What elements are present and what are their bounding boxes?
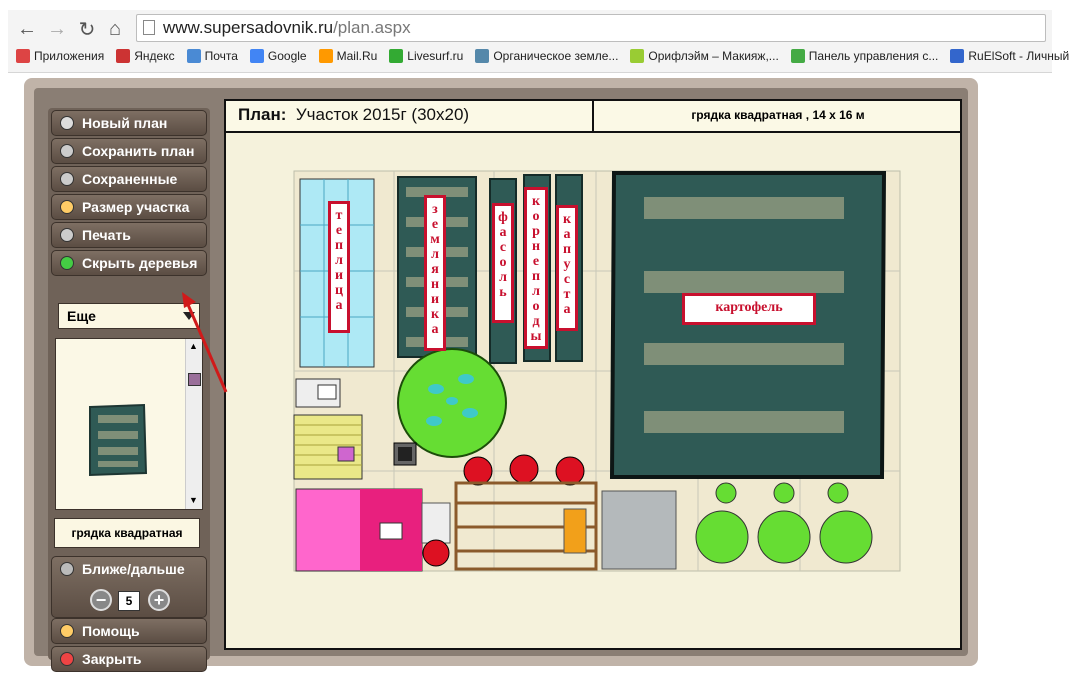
selection-info: грядка квадратная , 14 x 16 м xyxy=(592,101,962,131)
object-preview[interactable]: ▲ ▼ xyxy=(55,338,203,510)
plan-title: План: Участок 2015г (30x20) xyxy=(238,105,470,124)
planner-frame: Новый план Сохранить план Сохраненные Разме… xyxy=(34,88,968,672)
scroll-thumb[interactable] xyxy=(188,373,201,386)
bookmark-item[interactable]: Mail.Ru xyxy=(318,44,378,68)
fruit-trees[interactable] xyxy=(695,482,873,564)
browser-chrome: ← → ↻ ⌂ www.supersadovnik.ru/plan.aspx П… xyxy=(8,10,1072,73)
zoom-icon xyxy=(60,562,74,576)
organic-icon xyxy=(475,49,490,63)
sidebar-button[interactable]: Печать xyxy=(51,222,207,248)
label-potato[interactable]: картофель xyxy=(682,293,816,325)
potato-bed[interactable] xyxy=(609,171,887,479)
puzzle-icon xyxy=(790,49,805,63)
tree-icon xyxy=(60,256,74,270)
category-select[interactable]: Еще xyxy=(58,303,200,329)
label-strawberry[interactable]: земляника xyxy=(424,195,446,351)
reload-icon[interactable]: ↻ xyxy=(76,18,98,41)
lock-icon xyxy=(60,144,74,158)
sidebar-button-label: Сохраненные xyxy=(82,171,178,187)
zoom-out-button[interactable]: − xyxy=(90,589,112,611)
help-icon xyxy=(60,624,74,638)
size-icon xyxy=(60,200,74,214)
sidebar-button-label: Сохранить план xyxy=(82,143,195,159)
google-icon xyxy=(249,49,264,63)
bookmark-item[interactable]: Панель управления с... xyxy=(790,44,939,68)
sidebar-button-label: Скрыть деревья xyxy=(82,255,198,271)
bookmark-label: Livesurf.ru xyxy=(407,49,464,63)
address-bar[interactable]: www.supersadovnik.ru/plan.aspx xyxy=(136,14,1046,42)
sidebar-button-label: Размер участка xyxy=(82,199,190,215)
select-value: Еще xyxy=(67,308,96,324)
scroll-up-icon[interactable]: ▲ xyxy=(189,341,198,351)
sidebar-button[interactable]: Сохраненные xyxy=(51,166,207,192)
livesurf-icon xyxy=(389,49,404,63)
label-beans[interactable]: фасоль xyxy=(492,203,514,323)
mailru-icon xyxy=(318,49,333,63)
plan-canvas[interactable]: План: Участок 2015г (30x20) грядка квадр… xyxy=(224,99,962,650)
zoom-label: Ближе/дальше xyxy=(82,561,185,577)
zoom-value: 5 xyxy=(118,591,140,611)
sidebar-button-label: Закрыть xyxy=(82,651,142,667)
sidebar-button-label: Помощь xyxy=(82,623,140,639)
sidebar-button[interactable]: Сохранить план xyxy=(51,138,207,164)
sidebar-button-label: Печать xyxy=(82,227,131,243)
tree[interactable] xyxy=(397,348,507,458)
bookmark-item[interactable]: Google xyxy=(249,44,307,68)
label-roots[interactable]: корнеплоды xyxy=(524,187,548,349)
print-icon xyxy=(60,228,74,242)
label-greenhouse[interactable]: теплица xyxy=(328,201,350,333)
bookmark-label: RuElSoft - Личный ка... xyxy=(968,49,1072,63)
sidebar-button[interactable]: Размер участка xyxy=(51,194,207,220)
url-text: www.supersadovnik.ru/plan.aspx xyxy=(163,18,411,37)
oriflame-icon xyxy=(630,49,645,63)
yandex-icon xyxy=(116,49,131,63)
page-icon xyxy=(143,20,155,35)
bookmark-label: Панель управления с... xyxy=(808,49,939,63)
zoom-panel: Ближе/дальше − 5 + xyxy=(51,556,207,618)
bookmark-label: Mail.Ru xyxy=(336,49,378,63)
bookmark-item[interactable]: Почта xyxy=(186,44,238,68)
folder-icon xyxy=(60,172,74,186)
ruelsoft-icon xyxy=(950,49,965,63)
bookmark-label: Яндекс xyxy=(134,49,175,63)
bookmark-item[interactable]: Livesurf.ru xyxy=(389,44,463,68)
preview-scrollbar[interactable]: ▲ ▼ xyxy=(185,339,202,509)
zoom-in-button[interactable]: + xyxy=(148,589,170,611)
planner-app: Новый план Сохранить план Сохраненные Разме… xyxy=(24,78,978,672)
sidebar: Новый план Сохранить план Сохраненные Разме… xyxy=(48,108,210,672)
sidebar-button[interactable]: Помощь xyxy=(51,618,207,644)
scroll-down-icon[interactable]: ▼ xyxy=(189,495,198,505)
home-icon[interactable]: ⌂ xyxy=(104,18,126,40)
bookmark-label: Google xyxy=(267,49,307,63)
preview-bed-image xyxy=(89,403,148,477)
bookmark-label: Приложения xyxy=(34,49,105,63)
bookmark-item[interactable]: Органическое земле... xyxy=(475,44,618,68)
sidebar-button[interactable]: Новый план xyxy=(51,110,207,136)
forward-icon[interactable]: → xyxy=(46,18,68,40)
mail-icon xyxy=(186,49,201,63)
bookmark-item[interactable]: Приложения xyxy=(16,44,104,68)
bookmark-label: Органическое земле... xyxy=(493,49,619,63)
chevron-down-icon[interactable] xyxy=(183,312,195,320)
bookmark-item[interactable]: Яндекс xyxy=(116,44,175,68)
selected-object-name: грядка квадратная xyxy=(54,518,200,548)
label-cabbage[interactable]: капуста xyxy=(556,205,578,331)
compost-box[interactable] xyxy=(393,442,417,466)
bookmark-label: Почта xyxy=(204,49,238,63)
bookmark-label: Орифлэйм – Макияж,... xyxy=(648,49,779,63)
bookmarks-bar: Приложения Яндекс Почта Google Mail.Ru Livesu… xyxy=(16,44,1072,68)
shed[interactable] xyxy=(293,414,363,480)
new-plan-icon xyxy=(60,116,74,130)
sidebar-button-label: Новый план xyxy=(82,115,168,131)
sink[interactable] xyxy=(295,378,341,408)
sidebar-button[interactable]: Скрыть деревья xyxy=(51,250,207,276)
close-icon xyxy=(60,652,74,666)
paved-area[interactable] xyxy=(601,490,677,570)
sidebar-button[interactable]: Закрыть xyxy=(51,646,207,672)
bookmark-item[interactable]: Орифлэйм – Макияж,... xyxy=(630,44,779,68)
plan-header: План: Участок 2015г (30x20) грядка квадр… xyxy=(226,101,960,133)
apps-icon xyxy=(16,49,30,63)
bookmark-item[interactable]: RuElSoft - Личный ка... xyxy=(950,44,1072,68)
back-icon[interactable]: ← xyxy=(16,18,38,40)
